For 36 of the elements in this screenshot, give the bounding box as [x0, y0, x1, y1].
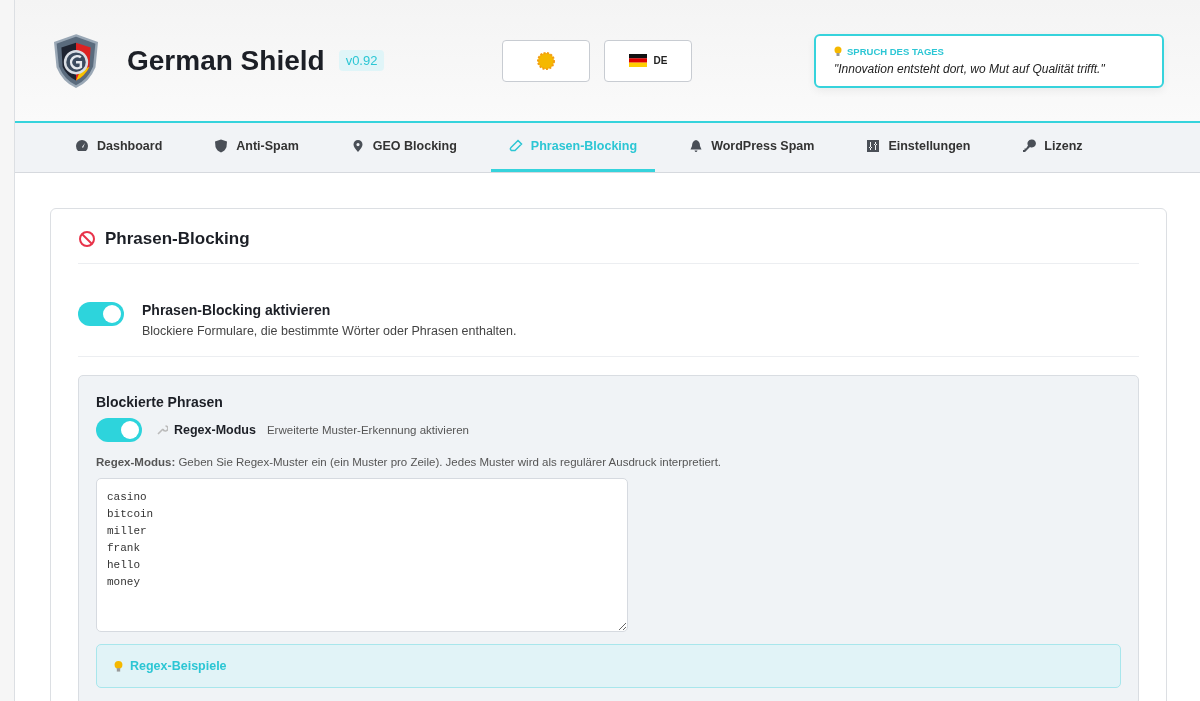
enable-toggle[interactable]: [78, 302, 124, 326]
language-button[interactable]: DE: [604, 39, 693, 82]
sun-icon: [535, 49, 558, 72]
examples-title: Regex-Beispiele: [130, 659, 227, 673]
nav-tab[interactable]: Lizenz: [1004, 123, 1101, 172]
nav-tab[interactable]: Einstellungen: [848, 123, 989, 172]
key-icon: [1022, 139, 1037, 153]
shield-icon: [214, 139, 229, 153]
regex-toggle[interactable]: [96, 418, 142, 442]
theme-button[interactable]: [502, 39, 591, 82]
lightbulb-icon: [834, 45, 842, 57]
app-title: German Shield: [127, 44, 325, 77]
bell-icon: [689, 139, 704, 153]
shield-logo-icon: [51, 32, 101, 89]
panel-title: Blockierte Phrasen: [96, 394, 224, 410]
flag-icon: [629, 54, 648, 67]
quote-text: "Innovation entsteht dort, wo Mut auf Qualität trifft.": [834, 61, 1106, 76]
lightbulb-icon: [114, 659, 123, 673]
nav-tab[interactable]: WordPress Spam: [671, 123, 833, 172]
setting-label: Phrasen-Blocking aktivieren: [142, 302, 332, 318]
version-badge: v0.92: [338, 50, 385, 71]
regex-hint: Regex-Modus: Geben Sie Regex-Muster ein (ein Muster pro Zeile). Jedes Muster wird als regulärer Ausdruck interpretiert.: [96, 456, 723, 468]
eraser-icon: [508, 139, 523, 153]
sliders-icon: [866, 139, 881, 153]
nav-tab[interactable]: Anti-Spam: [196, 123, 317, 172]
setting-description: Blockiere Formulare, die bestimmte Wörter oder Phrasen enthalten.: [142, 324, 517, 338]
section-title: Phrasen-Blocking: [105, 229, 250, 249]
quote-label: SPRUCH DES TAGES: [847, 45, 944, 57]
prohibited-icon: [78, 230, 96, 248]
regex-label: Regex-Modus: [174, 423, 256, 437]
regex-description: Erweiterte Muster-Erkennung aktivieren: [266, 424, 469, 436]
nav-tab[interactable]: GEO Blocking: [332, 123, 475, 172]
nav-tab[interactable]: Dashboard: [57, 123, 181, 172]
phrases-textarea[interactable]: casino bitcoin miller frank hello money: [96, 478, 628, 632]
pin-icon: [350, 139, 365, 153]
gauge-icon: [75, 139, 89, 153]
